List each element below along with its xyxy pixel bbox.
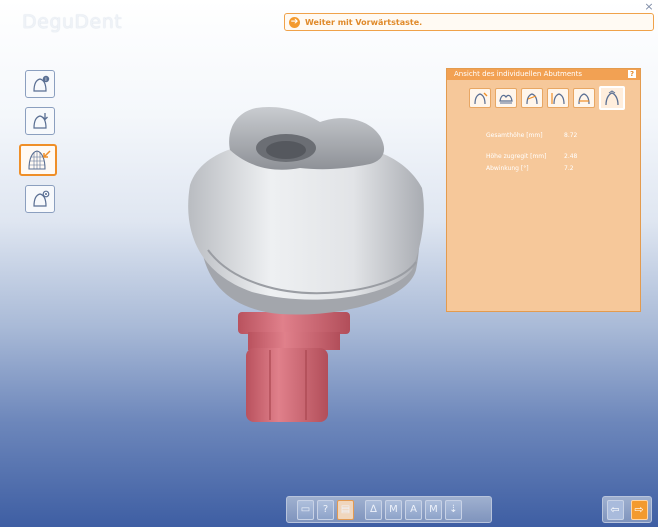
prop-label-height: Höhe zugregit [mm] xyxy=(486,153,547,160)
hint-bar: ➔ Weiter mit Vorwärtstaste. xyxy=(284,13,654,31)
back-arrow-icon: ⇦ xyxy=(610,503,620,516)
emergence-view-button[interactable] xyxy=(495,88,517,108)
view-front-button[interactable]: ∆ xyxy=(365,499,382,520)
help-icon[interactable]: ? xyxy=(628,70,636,78)
navigation-bar: ⇦ ⇨ xyxy=(602,496,652,523)
angle-view-button[interactable] xyxy=(521,88,543,108)
close-icon[interactable]: × xyxy=(644,1,654,12)
bottom-toolbar: ▭ ? ▤ ∆ M A M ⇣ xyxy=(286,496,492,523)
full-view-icon xyxy=(605,90,619,106)
help-icon: ? xyxy=(322,504,329,515)
app-logo: DeguDent xyxy=(22,11,123,33)
mesh-edit-icon xyxy=(28,150,51,170)
height-view-button[interactable] xyxy=(547,88,569,108)
angle-view-icon xyxy=(526,93,538,105)
abutment-download-icon xyxy=(33,113,48,129)
abutment-crown xyxy=(188,146,424,300)
panel-title: Ansicht des individuellen Abutments xyxy=(454,70,582,78)
prop-label-angle: Abwinkung [°] xyxy=(486,165,529,172)
forward-arrow-icon: ⇨ xyxy=(634,503,644,516)
help-button[interactable]: ? xyxy=(317,499,334,520)
margin-view-icon xyxy=(474,92,488,105)
view-mesh-icon: M xyxy=(429,504,438,515)
side-toolbar: i xyxy=(19,70,65,222)
view-pin-icon: ⇣ xyxy=(449,504,458,515)
prop-value-angle: 7.2 xyxy=(564,165,574,172)
abutment-settings-button[interactable] xyxy=(25,185,55,213)
mesh-edit-button[interactable] xyxy=(19,144,57,176)
abutment-settings-icon xyxy=(33,190,50,207)
abutment-info-button[interactable]: i xyxy=(25,70,55,98)
view-a-button[interactable]: A xyxy=(405,499,422,520)
panel-header: Ansicht des individuellen Abutments ? xyxy=(447,69,640,80)
prop-value-height: 2.48 xyxy=(564,153,578,160)
view-pin-button[interactable]: ⇣ xyxy=(445,499,462,520)
shoulder-view-button[interactable] xyxy=(573,88,595,108)
shoulder-view-icon xyxy=(578,93,590,105)
prop-value-total-height: 8.72 xyxy=(564,132,578,139)
abutment-3d-model[interactable] xyxy=(170,100,435,430)
margin-view-button[interactable] xyxy=(469,88,491,108)
implant-hex xyxy=(246,348,328,422)
view-front-icon: ∆ xyxy=(370,504,377,515)
save-icon: ▭ xyxy=(300,504,311,515)
implant-neck xyxy=(248,332,340,350)
abutment-info-icon: i xyxy=(33,75,50,92)
full-view-button[interactable] xyxy=(599,86,625,110)
view-m-button[interactable]: M xyxy=(385,499,402,520)
layers-button[interactable]: ▤ xyxy=(337,499,354,520)
forward-button[interactable]: ⇨ xyxy=(630,499,648,520)
view-m-icon: M xyxy=(389,504,398,515)
layers-icon: ▤ xyxy=(340,504,351,515)
implant-collar xyxy=(238,312,350,334)
view-a-icon: A xyxy=(410,504,417,515)
emergence-view-icon xyxy=(499,94,513,104)
screw-channel-inner xyxy=(266,141,306,159)
arrow-right-circle-icon: ➔ xyxy=(289,16,300,28)
save-button[interactable]: ▭ xyxy=(297,499,314,520)
abutment-view-panel: Ansicht des individuellen Abutments ? Ge… xyxy=(446,68,641,312)
view-mesh-button[interactable]: M xyxy=(425,499,442,520)
panel-view-buttons xyxy=(447,80,640,110)
back-button[interactable]: ⇦ xyxy=(606,499,624,520)
prop-label-total-height: Gesamthöhe [mm] xyxy=(486,132,543,139)
abutment-download-button[interactable] xyxy=(25,107,55,135)
hint-text: Weiter mit Vorwärtstaste. xyxy=(305,17,423,27)
svg-text:i: i xyxy=(45,77,46,83)
height-view-icon xyxy=(551,93,565,105)
